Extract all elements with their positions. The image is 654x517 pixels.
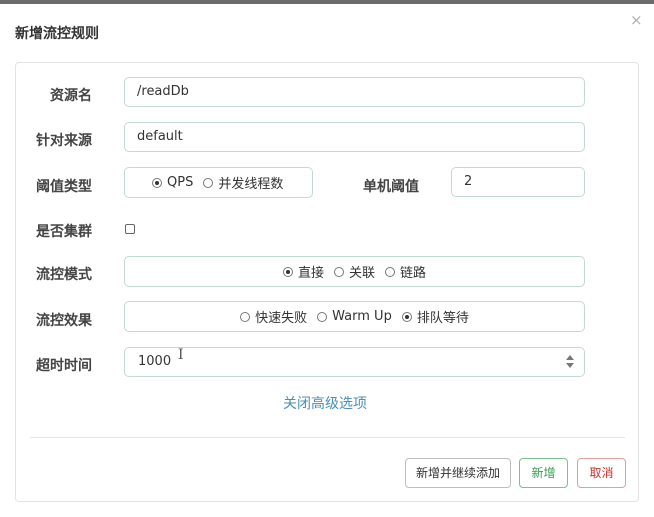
cluster-checkbox[interactable] xyxy=(125,224,135,234)
save-and-continue-button[interactable]: 新增并继续添加 xyxy=(405,458,511,488)
single-threshold-input[interactable]: 2 xyxy=(451,167,585,197)
threshold-type-qps-radio[interactable]: QPS xyxy=(152,175,193,190)
control-mode-label: 流控模式 xyxy=(36,267,92,283)
limit-app-input[interactable]: default xyxy=(124,122,585,152)
radio-unselected-icon xyxy=(317,311,328,322)
resource-input[interactable]: /readDb xyxy=(124,77,585,107)
radio-selected-icon xyxy=(401,311,412,322)
cancel-button[interactable]: 取消 xyxy=(577,458,626,488)
radio-label: 排队等待 xyxy=(416,311,469,326)
control-effect-fail-fast-radio[interactable]: 快速失败 xyxy=(240,307,307,326)
control-mode-chain-radio[interactable]: 链路 xyxy=(385,262,426,281)
text-cursor-icon: I xyxy=(178,347,184,363)
footer-divider xyxy=(30,437,625,438)
control-effect-warm-up-radio[interactable]: Warm Up xyxy=(317,309,392,324)
cluster-label: 是否集群 xyxy=(36,224,92,240)
resource-label: 资源名 xyxy=(50,88,92,104)
number-stepper-icon[interactable] xyxy=(566,354,574,370)
close-advanced-options-link[interactable]: 关闭高级选项 xyxy=(283,393,367,413)
single-threshold-label: 单机阈值 xyxy=(363,179,419,195)
control-effect-label: 流控效果 xyxy=(36,313,92,329)
threshold-type-threads-radio[interactable]: 并发线程数 xyxy=(203,173,283,192)
control-mode-direct-radio[interactable]: 直接 xyxy=(282,262,324,281)
radio-unselected-icon xyxy=(333,266,344,277)
radio-selected-icon xyxy=(282,266,293,277)
radio-unselected-icon xyxy=(203,177,214,188)
add-button[interactable]: 新增 xyxy=(519,458,568,488)
radio-unselected-icon xyxy=(385,266,395,277)
radio-label: QPS xyxy=(167,175,194,190)
radio-label: 快速失败 xyxy=(255,311,308,326)
timeout-value: 1000 xyxy=(138,354,172,369)
control-mode-relate-radio[interactable]: 关联 xyxy=(333,262,375,281)
control-effect-queue-radio[interactable]: 排队等待 xyxy=(401,307,469,326)
radio-unselected-icon xyxy=(240,311,251,322)
threshold-type-label: 阈值类型 xyxy=(36,179,92,195)
radio-label: 直接 xyxy=(297,266,324,281)
radio-selected-icon xyxy=(152,177,162,188)
radio-label: 链路 xyxy=(400,266,427,281)
timeout-input[interactable]: 1000 xyxy=(124,347,585,377)
timeout-label: 超时时间 xyxy=(36,358,92,374)
radio-label: Warm Up xyxy=(332,309,392,324)
stepper-down-icon[interactable] xyxy=(566,363,574,368)
radio-label: 关联 xyxy=(348,266,375,281)
control-effect-group: 快速失败 Warm Up 排队等待 xyxy=(124,301,585,332)
control-mode-group: 直接 关联 链路 xyxy=(124,256,585,287)
threshold-type-group: QPS 并发线程数 xyxy=(124,167,313,198)
close-icon[interactable]: × xyxy=(630,13,643,28)
radio-label: 并发线程数 xyxy=(218,177,284,192)
stepper-up-icon[interactable] xyxy=(566,355,574,360)
limit-app-label: 针对来源 xyxy=(36,133,92,149)
dialog-title: 新增流控规则 xyxy=(15,26,99,42)
